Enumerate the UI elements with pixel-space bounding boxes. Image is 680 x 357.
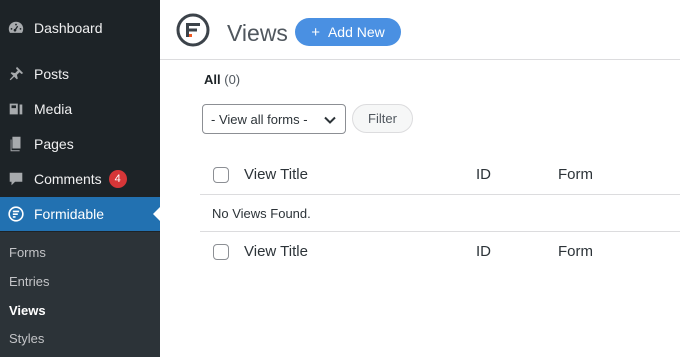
page-title: Views: [227, 20, 288, 46]
filter-button[interactable]: Filter: [352, 104, 413, 133]
column-footer-id[interactable]: ID: [476, 243, 491, 260]
sidebar-item-formidable[interactable]: Formidable: [0, 197, 161, 231]
sidebar-item-label: Formidable: [34, 206, 105, 222]
chevron-down-icon: [324, 116, 336, 124]
page-header: Views + Add New: [160, 0, 680, 60]
submenu-item-views[interactable]: Views: [9, 303, 46, 318]
sidebar-item-label: Posts: [34, 66, 70, 82]
add-new-label: Add New: [327, 24, 385, 40]
form-filter-value: - View all forms -: [211, 111, 308, 127]
plus-icon: +: [311, 23, 320, 41]
table-header-row: View Title ID Form: [200, 155, 680, 195]
select-all-checkbox[interactable]: [213, 167, 229, 183]
formidable-icon: [6, 204, 26, 224]
submenu-item-styles[interactable]: Styles: [9, 331, 44, 346]
sidebar-item-label: Media: [34, 101, 73, 117]
sidebar-item-label: Pages: [34, 136, 74, 152]
comments-count-badge: 4: [108, 170, 127, 188]
select-all-checkbox-footer[interactable]: [213, 244, 229, 260]
table-footer-row: View Title ID Form: [200, 232, 680, 272]
active-menu-arrow: [153, 206, 161, 222]
formidable-logo-icon: [176, 13, 210, 47]
submenu-item-entries[interactable]: Entries: [9, 274, 49, 289]
sidebar-item-label: Comments: [34, 171, 102, 187]
sidebar-item-posts[interactable]: Posts: [0, 57, 160, 91]
sidebar-item-comments[interactable]: Comments 4: [0, 162, 160, 196]
sidebar-item-label: Dashboard: [34, 20, 103, 36]
media-icon: [6, 99, 26, 119]
filter-all-link[interactable]: All (0): [204, 72, 240, 87]
pushpin-icon: [6, 64, 26, 84]
comment-icon: [6, 169, 26, 189]
column-header-view-title[interactable]: View Title: [244, 166, 308, 183]
formidable-submenu: Forms Entries Views Styles: [0, 232, 160, 357]
empty-table-message: No Views Found.: [212, 206, 311, 221]
filter-all-count: (0): [224, 72, 241, 87]
column-header-form[interactable]: Form: [558, 166, 593, 183]
submenu-item-forms[interactable]: Forms: [9, 245, 46, 260]
filter-all-label: All: [204, 72, 221, 87]
admin-sidebar: Dashboard Posts Media Pages Comments 4 F…: [0, 0, 161, 357]
sidebar-item-dashboard[interactable]: Dashboard: [0, 11, 160, 45]
add-new-button[interactable]: + Add New: [295, 18, 401, 46]
column-header-id[interactable]: ID: [476, 166, 491, 183]
table-divider: [200, 194, 680, 195]
sidebar-item-pages[interactable]: Pages: [0, 127, 160, 161]
dashboard-icon: [6, 18, 26, 38]
sidebar-item-media[interactable]: Media: [0, 92, 160, 126]
column-footer-form[interactable]: Form: [558, 243, 593, 260]
form-filter-select[interactable]: - View all forms -: [202, 104, 346, 134]
column-footer-view-title[interactable]: View Title: [244, 243, 308, 260]
pages-icon: [6, 134, 26, 154]
